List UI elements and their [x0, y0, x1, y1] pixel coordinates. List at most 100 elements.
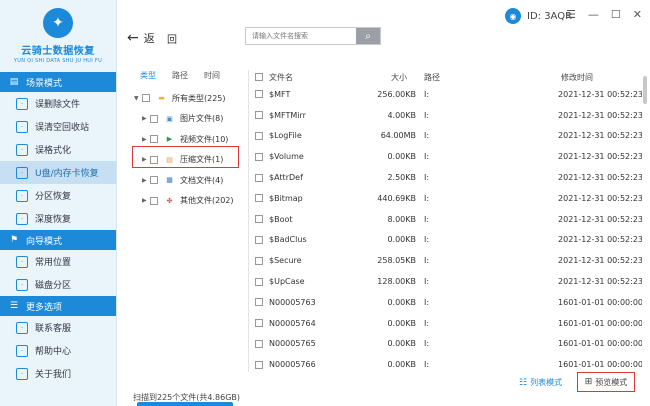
grid-view-icon: ⊞ — [584, 377, 593, 387]
cell-path: I: — [424, 214, 430, 224]
tab-time[interactable]: 时间 — [204, 70, 220, 84]
table-row[interactable]: $Secure 258.05KB I: 2021-12-31 00:52:23 — [249, 250, 642, 271]
sidebar-item[interactable]: · 分区恢复 — [0, 184, 116, 207]
tree-row[interactable]: ▶ ▦ 文档文件(4) — [132, 170, 244, 191]
tree-checkbox[interactable] — [150, 114, 158, 123]
row-checkbox[interactable] — [255, 339, 263, 348]
sidebar-item[interactable]: · 误格式化 — [0, 138, 116, 161]
col-size[interactable]: 大小 — [373, 70, 421, 84]
row-checkbox-cell — [249, 292, 269, 313]
sidebar-section-title: 向导模式 — [26, 236, 63, 247]
table-row[interactable]: N00005763 0.00KB I: 1601-01-01 00:00:00 — [249, 292, 642, 313]
tree-row[interactable]: ▶ ✤ 其他文件(202) — [132, 191, 244, 212]
sidebar-item[interactable]: · 常用位置 — [0, 250, 116, 273]
tree-row[interactable]: ▶ ▣ 图片文件(8) — [132, 109, 244, 130]
row-checkbox-cell — [249, 188, 269, 209]
maximize-icon[interactable]: ☐ — [611, 8, 621, 21]
tree-checkbox[interactable] — [142, 94, 150, 103]
table-row[interactable]: $UpCase 128.00KB I: 2021-12-31 00:52:23 — [249, 271, 642, 292]
table-row[interactable]: N00005765 0.00KB I: 1601-01-01 00:00:00 — [249, 334, 642, 355]
cell-modified: 2021-12-31 00:52:23 — [558, 277, 642, 287]
recycle-bin-icon: · — [16, 120, 28, 133]
minimize-icon[interactable]: — — [588, 8, 599, 21]
select-all-checkbox[interactable] — [255, 73, 263, 81]
row-checkbox[interactable] — [255, 131, 263, 140]
back-button[interactable]: ← 返 — [127, 30, 155, 46]
row-checkbox[interactable] — [255, 277, 263, 286]
tab-path[interactable]: 路径 — [172, 70, 188, 84]
expand-right-icon[interactable]: ▶ — [142, 136, 150, 143]
col-path[interactable]: 路径 — [421, 70, 531, 84]
user-badge[interactable]: ◉ ID: 3AQR — [505, 8, 572, 24]
row-checkbox[interactable] — [255, 360, 263, 369]
row-checkbox[interactable] — [255, 90, 263, 99]
table-row[interactable]: N00005766 0.00KB I: 1601-01-01 00:00:00 — [249, 354, 642, 372]
cell-filename: N00005765 — [269, 339, 316, 349]
table-row[interactable]: $LogFile 64.00MB I: 2021-12-31 00:52:23 — [249, 126, 642, 147]
table-row[interactable]: $MFTMirr 4.00KB I: 2021-12-31 00:52:23 — [249, 105, 642, 126]
row-checkbox[interactable] — [255, 319, 263, 328]
table-row[interactable]: $Volume 0.00KB I: 2021-12-31 00:52:23 — [249, 146, 642, 167]
sidebar-item[interactable]: · 磁盘分区 — [0, 273, 116, 296]
table-row[interactable]: $AttrDef 2.50KB I: 2021-12-31 00:52:23 — [249, 167, 642, 188]
row-checkbox[interactable] — [255, 152, 263, 161]
sidebar-item[interactable]: · 联系客服 — [0, 316, 116, 339]
sidebar-item-label: 关于我们 — [35, 370, 72, 380]
tree-checkbox[interactable] — [150, 196, 158, 205]
scrollbar-thumb[interactable] — [643, 76, 647, 104]
tree-row[interactable]: ▼ ▬ 所有类型(225) — [132, 88, 244, 109]
sidebar-item[interactable]: · 关于我们 — [0, 362, 116, 385]
home-button[interactable]: 回 — [167, 31, 177, 46]
sidebar-item-label: 联系客服 — [35, 324, 72, 334]
row-checkbox[interactable] — [255, 111, 263, 120]
logo-subtext: YUN QI SHI DATA SHU JU HUI FU — [13, 58, 103, 64]
row-checkbox-cell — [249, 167, 269, 188]
sidebar-item[interactable]: · 误删除文件 — [0, 92, 116, 115]
sidebar-item-label: 误清空回收站 — [35, 123, 90, 133]
cell-filename: $Bitmap — [269, 193, 303, 203]
sidebar-item[interactable]: · 误清空回收站 — [0, 115, 116, 138]
row-checkbox[interactable] — [255, 298, 263, 307]
table-row[interactable]: $BadClus 0.00KB I: 2021-12-31 00:52:23 — [249, 230, 642, 251]
tree-checkbox[interactable] — [150, 135, 158, 144]
list-view-button[interactable]: ☷ 列表模式 — [519, 377, 562, 388]
col-filename[interactable]: 文件名 — [269, 70, 373, 84]
row-checkbox[interactable] — [255, 256, 263, 265]
wizard-mode-icon: ⚑ — [9, 235, 19, 245]
sidebar-item[interactable]: · 深度恢复 — [0, 207, 116, 230]
tree-checkbox[interactable] — [150, 176, 158, 185]
table-scrollbar[interactable] — [643, 70, 648, 372]
expand-right-icon[interactable]: ▶ — [142, 115, 150, 122]
cell-path: I: — [424, 360, 430, 370]
row-checkbox[interactable] — [255, 173, 263, 182]
cell-modified: 2021-12-31 00:52:23 — [558, 131, 642, 141]
close-icon[interactable]: ✕ — [633, 8, 642, 21]
table-row[interactable]: $MFT 256.00KB I: 2021-12-31 00:52:23 — [249, 84, 642, 105]
col-modified[interactable]: 修改时间 — [531, 70, 642, 84]
sidebar-item[interactable]: · 帮助中心 — [0, 339, 116, 362]
cell-size: 64.00MB — [380, 131, 416, 141]
row-checkbox-cell — [249, 250, 269, 271]
row-checkbox-cell — [249, 230, 269, 251]
info-icon: · — [16, 367, 28, 380]
expand-down-icon[interactable]: ▼ — [134, 95, 142, 102]
search-input[interactable] — [246, 28, 356, 44]
tab-type[interactable]: 类型 — [140, 70, 156, 84]
cell-size: 0.00KB — [387, 297, 416, 307]
preview-view-button[interactable]: ⊞ 预览模式 — [577, 372, 635, 392]
expand-right-icon[interactable]: ▶ — [142, 197, 150, 204]
table-row[interactable]: $Bitmap 440.69KB I: 2021-12-31 00:52:23 — [249, 188, 642, 209]
tree-row-label: 文档文件(4) — [180, 175, 224, 185]
table-row[interactable]: $Boot 8.00KB I: 2021-12-31 00:52:23 — [249, 209, 642, 230]
video-file-icon: ▶ — [166, 135, 173, 144]
cell-modified: 1601-01-01 00:00:00 — [558, 360, 642, 370]
menu-icon[interactable]: ☰ — [566, 8, 576, 21]
table-row[interactable]: N00005764 0.00KB I: 1601-01-01 00:00:00 — [249, 313, 642, 334]
row-checkbox[interactable] — [255, 194, 263, 203]
cell-filename: $Volume — [269, 152, 304, 162]
row-checkbox[interactable] — [255, 215, 263, 224]
expand-right-icon[interactable]: ▶ — [142, 177, 150, 184]
row-checkbox[interactable] — [255, 235, 263, 244]
sidebar-item[interactable]: · U盘/内存卡恢复 — [0, 161, 116, 184]
search-button[interactable]: ⌕ — [356, 28, 380, 44]
